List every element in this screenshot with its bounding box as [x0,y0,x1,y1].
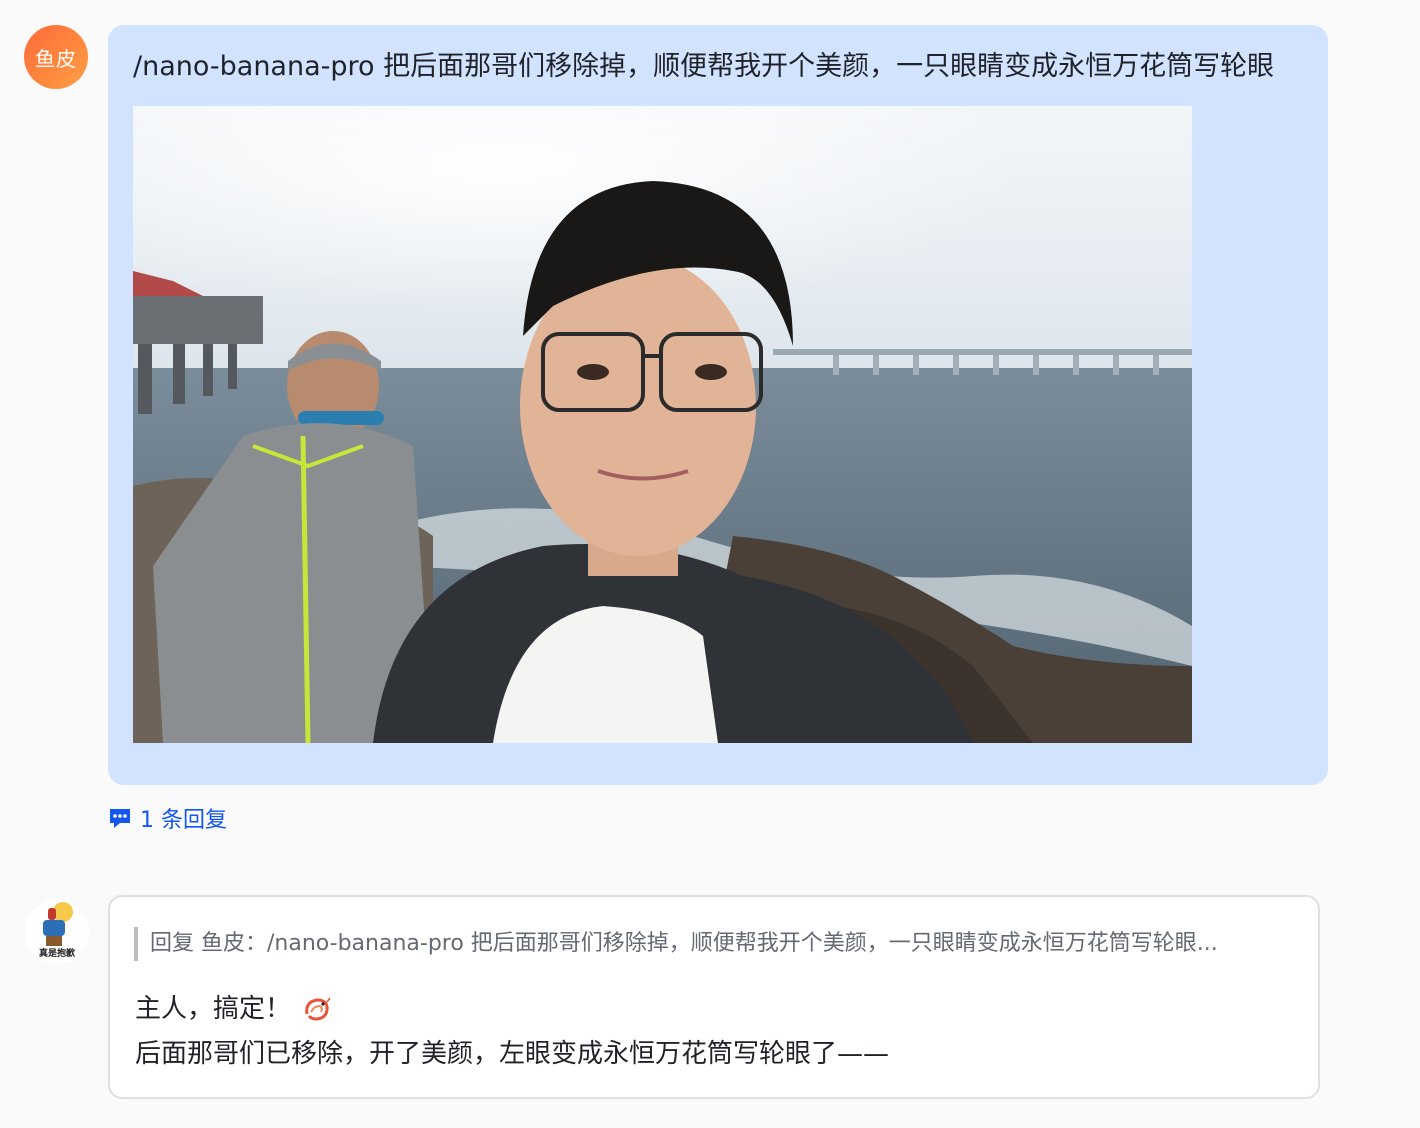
user-avatar-text: 鱼皮 [35,46,77,71]
user-message-text: /nano-banana-pro 把后面那哥们移除掉，顺便帮我开个美颜，一只眼睛… [133,51,1275,82]
bot-avatar[interactable]: 真是抱歉 [25,900,89,964]
photo-illustration [133,106,1192,743]
quoted-message[interactable]: 回复 鱼皮：/nano-banana-pro 把后面那哥们移除掉，顺便帮我开个美… [134,927,1294,961]
user-message-bubble: /nano-banana-pro 把后面那哥们移除掉，顺便帮我开个美颜，一只眼睛… [108,25,1328,785]
user-avatar[interactable]: 鱼皮 [24,25,88,89]
reply-line-1-text: 主人，搞定！ [135,994,292,1024]
attached-photo[interactable] [133,106,1192,743]
shrimp-emoji-icon [305,997,331,1021]
sticker-avatar-icon: 真是抱歉 [39,902,75,959]
reply-line-1: 主人，搞定！ [135,990,331,1028]
reply-line-2: 后面那哥们已移除，开了美颜，左眼变成永恒万花筒写轮眼了—— [135,1039,890,1069]
sticker-caption: 真是抱歉 [39,947,75,959]
comment-bubble-icon [110,809,130,828]
bot-reply-card: 回复 鱼皮：/nano-banana-pro 把后面那哥们移除掉，顺便帮我开个美… [108,895,1320,1099]
thread-reply-link[interactable]: 1 条回复 [108,803,227,833]
reply-count-label: 1 条回复 [140,808,227,833]
